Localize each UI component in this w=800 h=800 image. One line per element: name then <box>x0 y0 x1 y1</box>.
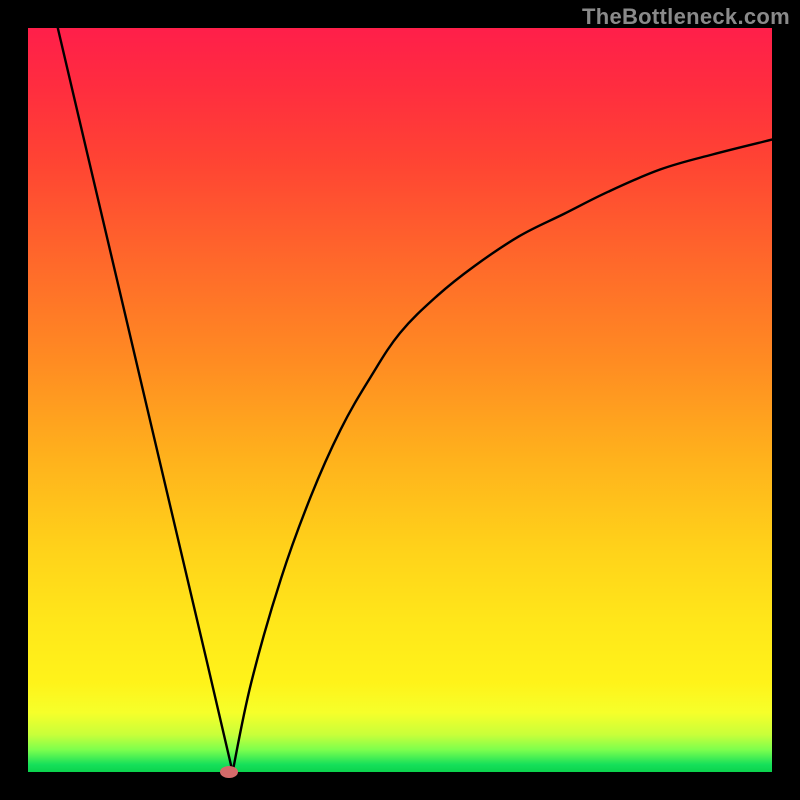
plot-area <box>28 28 772 772</box>
chart-frame: TheBottleneck.com <box>0 0 800 800</box>
curve-right-branch <box>233 140 772 772</box>
curve-svg <box>28 28 772 772</box>
curve-left-branch <box>58 28 233 772</box>
marker-dot <box>220 766 238 778</box>
watermark-text: TheBottleneck.com <box>582 4 790 30</box>
